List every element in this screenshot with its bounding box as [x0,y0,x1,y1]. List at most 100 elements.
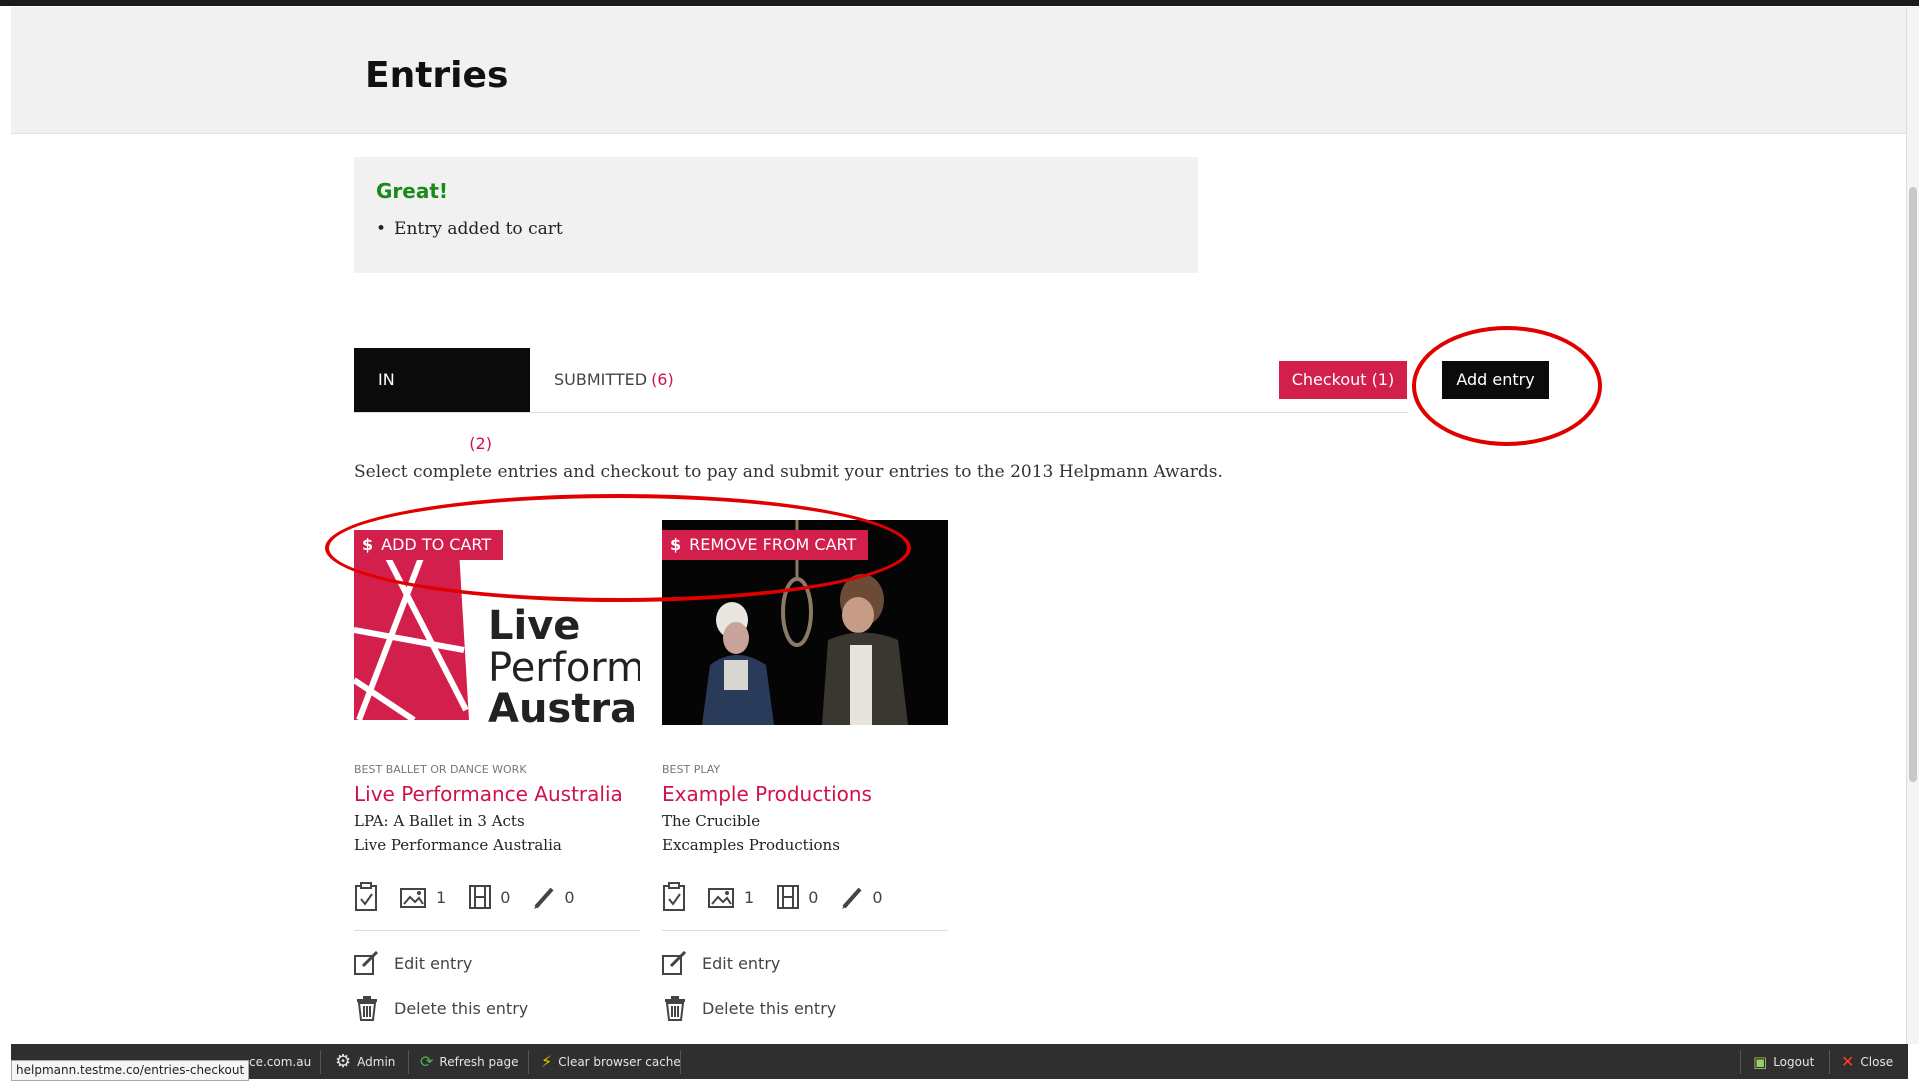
trash-icon [665,996,685,1021]
alert-message: Entry added to cart [376,219,563,239]
edit-icon [354,951,379,975]
entry-category: BEST PLAY [662,763,721,776]
entry-card: Live Performar Australi $ ADD TO CART BES… [354,520,640,1021]
clipboard-check-icon [663,882,685,911]
entry-card: $ REMOVE FROM CART BEST PLAY Example Prod… [662,520,948,1021]
close-icon: ✕ [1841,1052,1855,1071]
toolbar-divider [320,1050,321,1074]
tab-in-progress[interactable]: IN PROGRESS (2) [354,348,530,453]
status-bar-url: helpmann.testme.co/entries-checkout [11,1060,250,1081]
edit-entry-link[interactable]: Edit entry [354,951,640,975]
vertical-scrollbar[interactable] [1906,7,1919,1044]
edit-entry-label: Edit entry [394,953,473,973]
intro-text: Select complete entries and checkout to … [354,462,1223,482]
logout-icon: ▣ [1753,1052,1768,1071]
entry-thumbnail[interactable]: $ REMOVE FROM CART [662,520,948,725]
window-top-border [0,0,1919,6]
dollar-icon: $ [670,535,682,554]
add-to-cart-button[interactable]: $ ADD TO CART [354,530,504,560]
clear-cache-label: Clear browser cache [558,1054,681,1069]
gear-icon: ⚙ [335,1051,352,1072]
videos-stat: 0 [776,884,818,910]
alert-title: Great! [376,179,449,203]
documents-stat: 0 [840,885,883,909]
delete-entry-label: Delete this entry [702,998,837,1018]
videos-count: 0 [500,887,511,907]
site-link[interactable]: ce.com.au [249,1044,311,1079]
logo-line-1: Live [488,603,580,649]
images-stat: 1 [708,885,754,909]
tab-submitted[interactable]: SUBMITTED (6) [530,348,700,412]
checklist-stat [662,882,686,912]
entry-category: BEST BALLET OR DANCE WORK [354,763,527,776]
entry-thumbnail[interactable]: Live Performar Australi $ ADD TO CART [354,520,640,725]
toolbar-divider [528,1050,529,1074]
toolbar-divider [1829,1050,1830,1074]
entry-entrant-link[interactable]: Example Productions [662,782,948,806]
toolbar-divider [408,1050,409,1074]
images-count: 1 [436,887,447,907]
close-toolbar-button[interactable]: ✕ Close [1841,1044,1893,1079]
toolbar-divider [1740,1050,1741,1074]
checkout-button[interactable]: Checkout (1) [1279,361,1407,399]
admin-toolbar: ce.com.au ⚙ Admin ⟳ Refresh page ⚡ Clear… [11,1044,1908,1079]
film-icon [469,885,492,909]
lightning-icon: ⚡ [541,1052,553,1071]
logout-label: Logout [1773,1054,1815,1069]
refresh-page-button[interactable]: ⟳ Refresh page [420,1044,519,1079]
image-icon [400,888,426,908]
entry-title: The Crucible [662,812,761,830]
documents-count: 0 [564,887,575,907]
success-alert: Great! Entry added to cart [354,157,1198,273]
delete-entry-link[interactable]: Delete this entry [354,995,640,1021]
page-header: Entries [11,7,1908,134]
edit-entry-label: Edit entry [702,953,781,973]
remove-from-cart-button[interactable]: $ REMOVE FROM CART [662,530,869,560]
images-stat: 1 [400,885,446,909]
delete-entry-label: Delete this entry [394,998,529,1018]
entry-entrant-link[interactable]: Live Performance Australia [354,782,640,806]
edit-entry-link[interactable]: Edit entry [662,951,948,975]
clear-cache-button[interactable]: ⚡ Clear browser cache [541,1044,681,1079]
alert-messages: Entry added to cart [376,219,563,239]
videos-count: 0 [808,887,819,907]
entry-title: LPA: A Ballet in 3 Acts [354,812,525,830]
tab-label: IN PROGRESS [378,370,466,453]
trash-icon [357,996,377,1021]
admin-label: Admin [357,1054,396,1069]
refresh-icon: ⟳ [420,1052,434,1071]
tab-count: (6) [651,370,674,389]
add-entry-button[interactable]: Add entry [1442,361,1549,399]
edit-icon [662,951,687,975]
entry-stats: 1 0 0 [662,880,948,931]
clipboard-check-icon [355,882,377,911]
documents-stat: 0 [532,885,575,909]
logo-line-2: Performar [488,645,640,691]
entry-stats: 1 0 0 [354,880,640,931]
entries-tabs: IN PROGRESS (2) SUBMITTED (6) [354,348,1408,453]
scrollbar-thumb[interactable] [1909,187,1917,782]
pen-icon [534,887,554,909]
admin-button[interactable]: ⚙ Admin [335,1044,395,1079]
images-count: 1 [744,887,755,907]
tab-label: SUBMITTED [554,370,648,389]
documents-count: 0 [872,887,883,907]
refresh-label: Refresh page [439,1054,519,1069]
checklist-stat [354,882,378,912]
toolbar-divider [680,1050,681,1074]
entry-company: Live Performance Australia [354,836,562,854]
delete-entry-link[interactable]: Delete this entry [662,995,948,1021]
dollar-icon: $ [362,535,374,554]
pen-icon [842,887,862,909]
entry-company: Excamples Productions [662,836,840,854]
logo-line-3: Australi [488,686,640,725]
cart-button-label: ADD TO CART [381,535,492,554]
page-title: Entries [365,55,509,96]
logout-button[interactable]: ▣ Logout [1753,1044,1814,1079]
tab-count: (2) [469,434,492,453]
image-icon [708,888,734,908]
cart-button-label: REMOVE FROM CART [689,535,857,554]
film-icon [777,885,800,909]
site-link-label: ce.com.au [249,1054,312,1069]
close-label: Close [1860,1054,1894,1069]
